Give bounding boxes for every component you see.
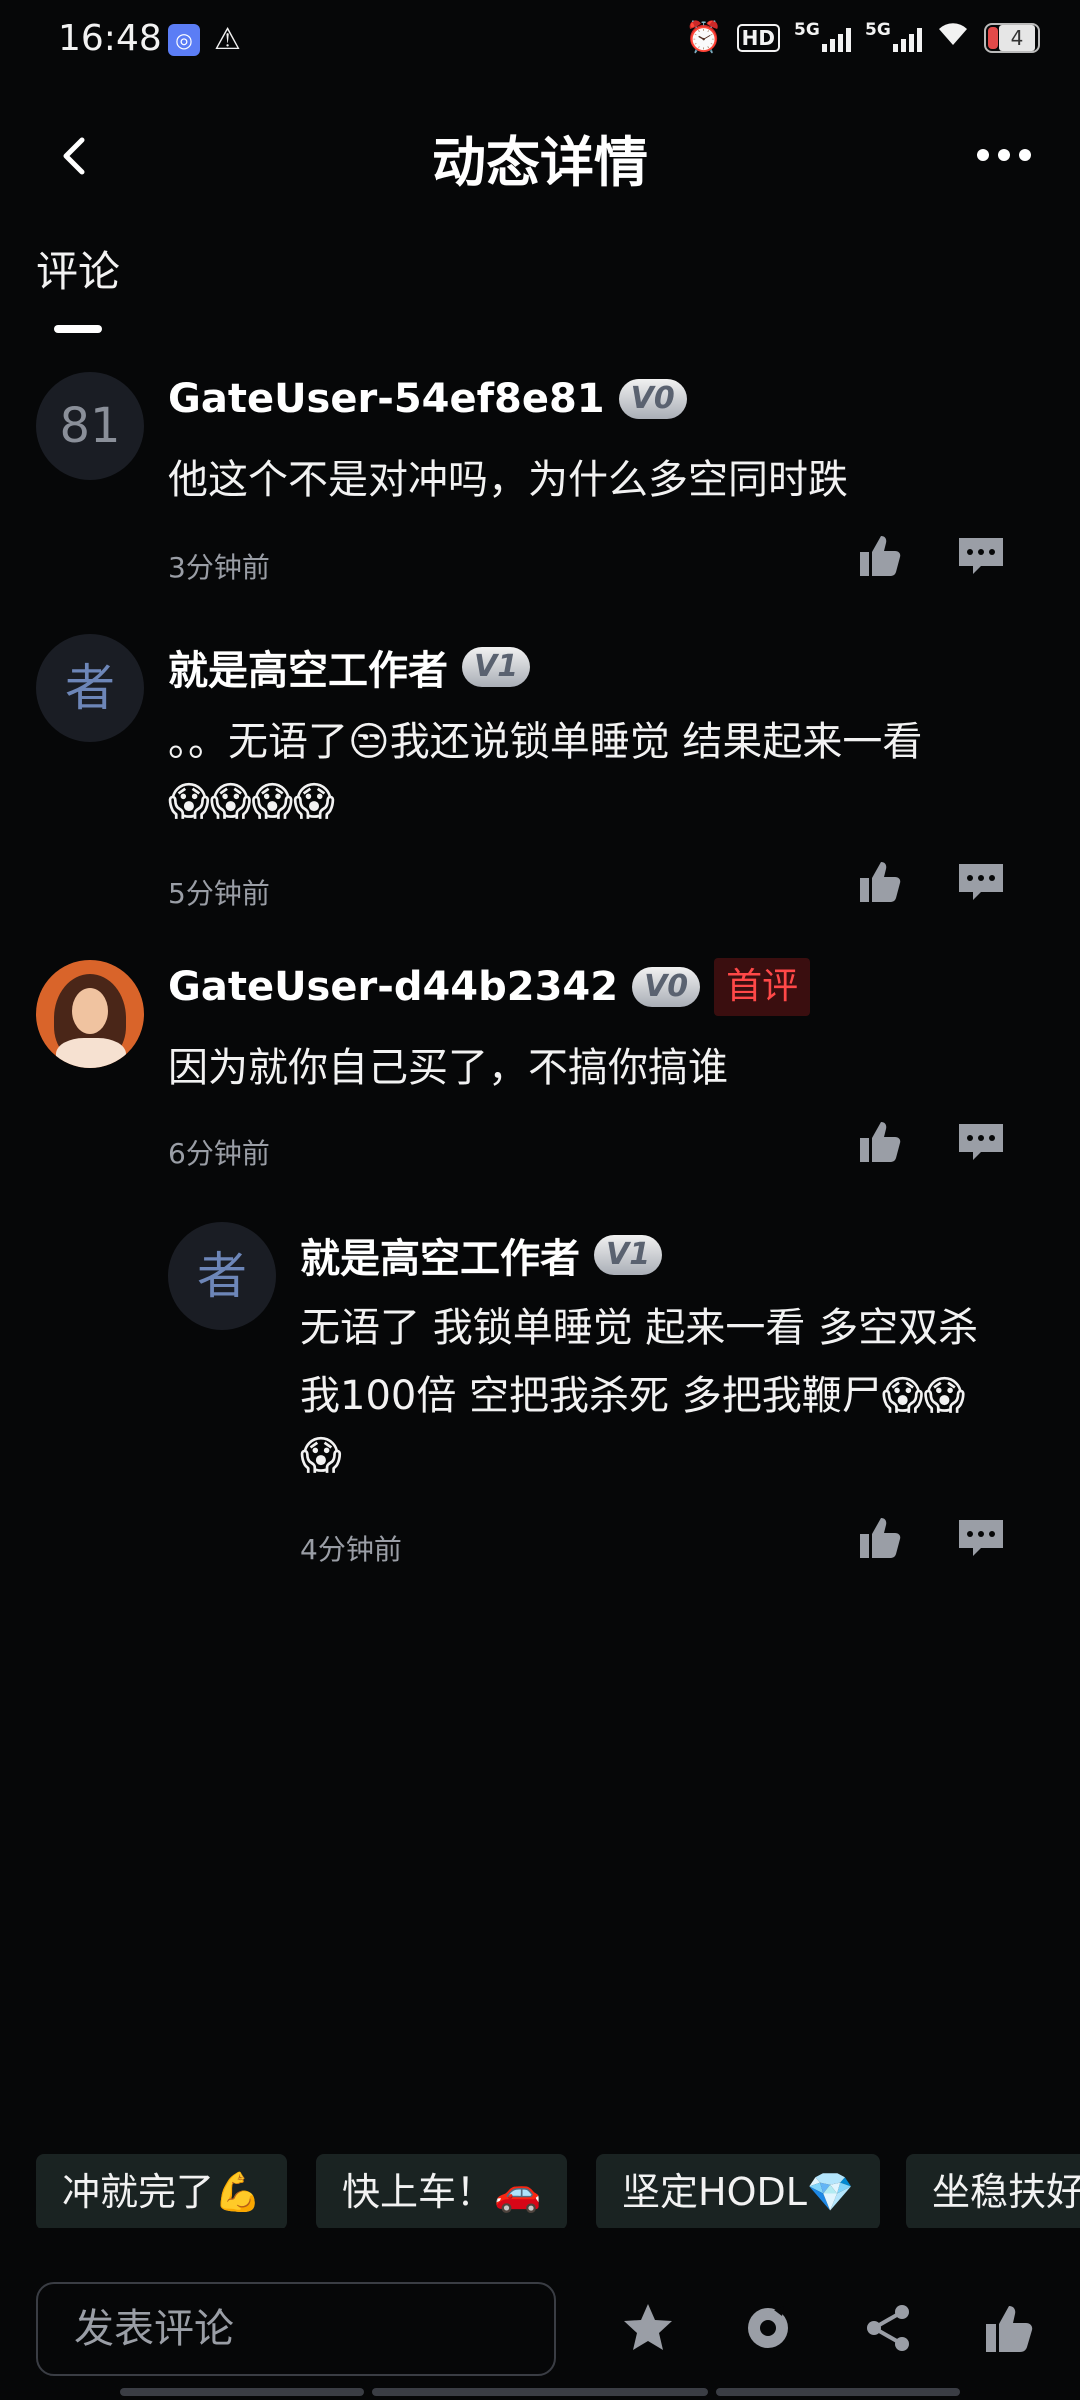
vip-badge: V1	[594, 1235, 663, 1275]
username[interactable]: 就是高空工作者	[168, 638, 448, 696]
home-indicator	[372, 2388, 708, 2396]
status-icons: ⏰ HD 5G 5G 4	[685, 20, 1040, 55]
battery-level: 4	[999, 24, 1035, 51]
app-header: 动态详情	[0, 100, 1080, 210]
home-indicator	[120, 2388, 364, 2396]
comment-time: 5分钟前	[168, 877, 270, 910]
avatar[interactable]: 者	[36, 634, 144, 742]
quick-reply-chip[interactable]: 冲就完了💪	[36, 2154, 288, 2228]
status-time: 16:48	[58, 18, 162, 59]
avatar[interactable]	[36, 960, 144, 1068]
network-type-label: 5G	[794, 19, 820, 40]
comment-text-line: 😱😱😱😱	[168, 779, 335, 825]
quick-reply-chip[interactable]: 快上车！🚗	[316, 2154, 568, 2228]
alarm-icon: ⏰	[685, 20, 723, 55]
first-comment-badge: 首评	[714, 958, 811, 1016]
home-indicator	[716, 2388, 960, 2396]
vip-badge: V0	[632, 967, 701, 1007]
signal-icon: 5G	[794, 20, 851, 52]
reply-icon[interactable]	[956, 856, 1006, 906]
quick-reply-chip[interactable]: 坐稳扶好	[906, 2154, 1080, 2228]
comment-time: 4分钟前	[300, 1533, 402, 1566]
username[interactable]: GateUser-d44b2342	[168, 964, 618, 1010]
star-icon[interactable]	[620, 2300, 676, 2356]
repost-icon[interactable]	[740, 2300, 796, 2356]
hd-icon: HD	[736, 23, 780, 52]
more-horizontal-icon[interactable]	[968, 140, 1040, 170]
bottom-action-bar: 发表评论	[0, 2270, 1080, 2380]
comment-text-line: 我100倍 空把我杀死 多把我鞭尸😱😱	[300, 1373, 966, 1419]
username[interactable]: 就是高空工作者	[300, 1226, 580, 1284]
page-title: 动态详情	[432, 131, 648, 194]
comment-text-line: 😱	[300, 1433, 342, 1479]
comment-text: 因为就你自己买了，不搞你搞谁	[168, 1045, 728, 1091]
comment-text-line: 。。无语了😒我还说锁单睡觉 结果起来一看	[168, 719, 923, 765]
quick-reply-chip[interactable]: 坚定HODL💎	[596, 2154, 881, 2228]
comment-text: 他这个不是对冲吗，为什么多空同时跌	[168, 457, 848, 503]
reply-icon[interactable]	[956, 530, 1006, 580]
thumbs-up-icon[interactable]	[854, 1116, 904, 1166]
comment-text-line: 无语了 我锁单睡觉 起来一看 多空双杀	[300, 1305, 979, 1351]
vip-badge: V1	[462, 647, 531, 687]
battery-icon: 4	[984, 22, 1040, 53]
reply-icon[interactable]	[956, 1116, 1006, 1166]
comment-input[interactable]: 发表评论	[36, 2282, 556, 2376]
thumbs-up-icon[interactable]	[980, 2300, 1036, 2356]
warning-icon: ⚠	[214, 22, 241, 57]
thumbs-up-icon[interactable]	[854, 530, 904, 580]
vip-badge: V0	[618, 379, 687, 419]
avatar[interactable]: 者	[168, 1222, 276, 1330]
share-icon[interactable]	[860, 2300, 916, 2356]
quick-reply-chips: 冲就完了💪 快上车！🚗 坚定HODL💎 坐稳扶好	[0, 2148, 1080, 2228]
status-bar: 16:48 ◎ ⚠ ⏰ HD 5G 5G 4	[0, 0, 1080, 84]
tab-indicator	[54, 325, 102, 333]
tab-comments[interactable]: 评论	[36, 238, 120, 299]
thumbs-up-icon[interactable]	[854, 1512, 904, 1562]
comment-time: 3分钟前	[168, 551, 270, 584]
wifi-icon	[936, 21, 970, 54]
signal-icon: 5G	[865, 20, 922, 52]
reply-icon[interactable]	[956, 1512, 1006, 1562]
network-type-label: 5G	[865, 19, 891, 40]
username[interactable]: GateUser-54ef8e81	[168, 376, 605, 422]
thumbs-up-icon[interactable]	[854, 856, 904, 906]
avatar[interactable]: 81	[36, 372, 144, 480]
vpn-app-icon: ◎	[168, 24, 200, 56]
comment-time: 6分钟前	[168, 1137, 270, 1170]
